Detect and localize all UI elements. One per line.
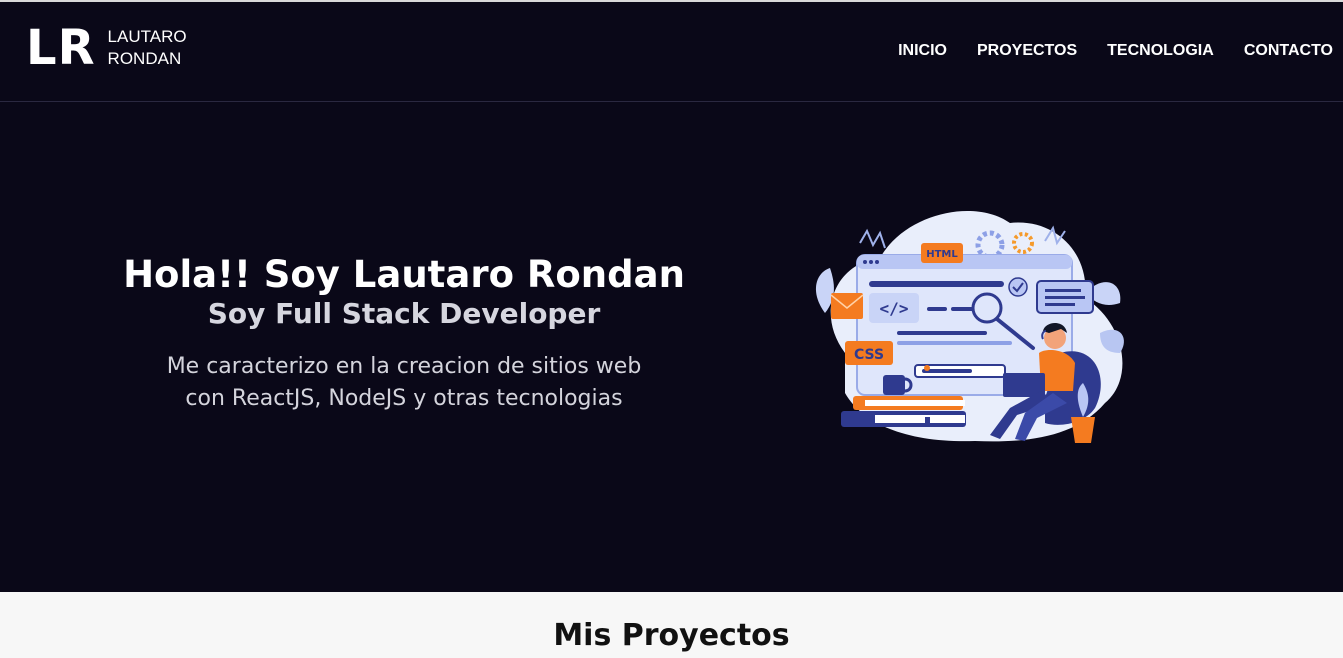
check-icon <box>1008 277 1028 297</box>
site-header: LR LAUTARO RONDAN INICIO PROYECTOS TECNO… <box>0 2 1343 102</box>
leaf-icon <box>859 228 886 249</box>
hero-subtitle: Soy Full Stack Developer <box>207 297 601 330</box>
code-icon: </> <box>880 299 909 318</box>
nav-link-inicio[interactable]: INICIO <box>898 42 947 60</box>
nav-link-tecnologia[interactable]: TECNOLOGIA <box>1107 42 1214 60</box>
site-logo[interactable]: LR LAUTARO RONDAN <box>26 22 187 74</box>
hero-section: Hola!! Soy Lautaro Rondan Soy Full Stack… <box>0 103 1343 592</box>
logo-name-first: LAUTARO <box>107 27 187 46</box>
logo-monogram: LR <box>26 20 96 76</box>
hero-text: Hola!! Soy Lautaro Rondan Soy Full Stack… <box>104 253 704 415</box>
hero-description-line: Me caracterizo en la creacion de sitios … <box>166 354 642 379</box>
main-nav: INICIO PROYECTOS TECNOLOGIA CONTACTO <box>868 42 1333 60</box>
hero-title: Hola!! Soy Lautaro Rondan <box>123 253 685 296</box>
plant-pot-icon <box>1071 417 1095 443</box>
logo-name: LAUTARO RONDAN <box>108 26 187 70</box>
css-badge-label: CSS <box>854 347 884 363</box>
envelope-icon <box>831 293 863 319</box>
logo-name-last: RONDAN <box>107 49 182 68</box>
nav-link-contacto[interactable]: CONTACTO <box>1244 42 1333 60</box>
mug-icon <box>883 375 905 395</box>
projects-title: Mis Proyectos <box>553 618 790 653</box>
nav-link-proyectos[interactable]: PROYECTOS <box>977 42 1077 60</box>
browser-toolbar <box>857 255 1072 269</box>
projects-section: Mis Proyectos <box>0 592 1343 658</box>
hero-description-line: con ReactJS, NodeJS y otras tecnologias <box>185 386 623 411</box>
hero-description: Me caracterizo en la creacion de sitios … <box>104 351 704 415</box>
html-badge-label: HTML <box>926 249 958 260</box>
developer-illustration: </> HTML CSS <box>815 210 1124 443</box>
